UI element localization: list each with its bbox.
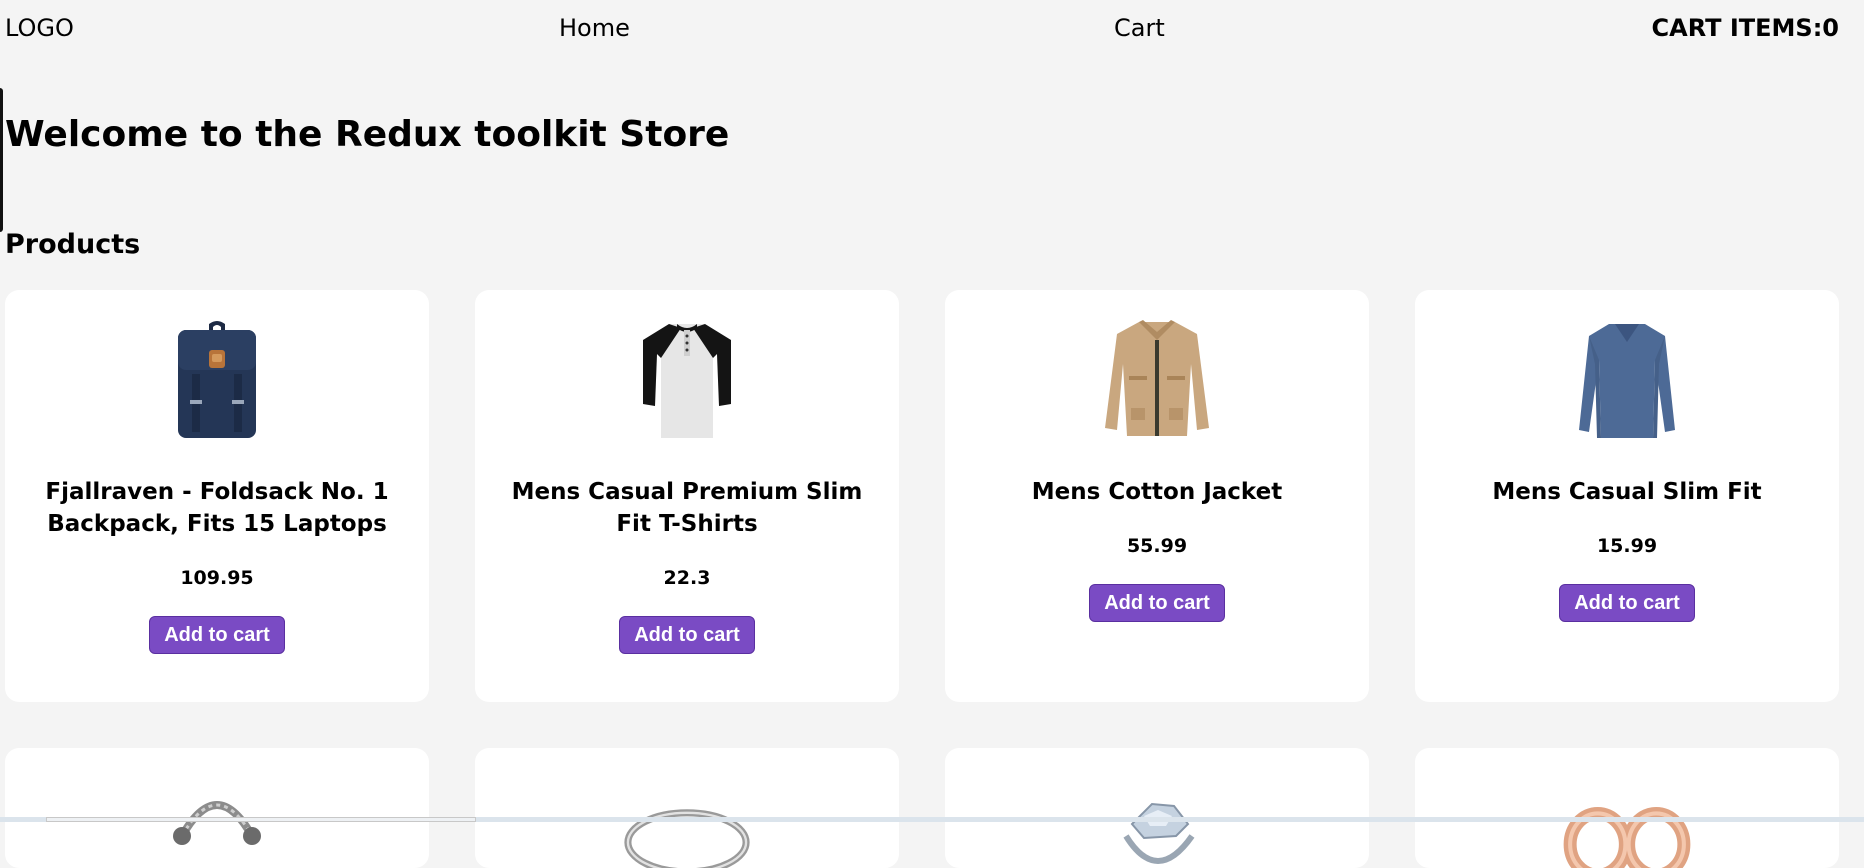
products-heading: Products [5,229,141,260]
page-title: Welcome to the Redux toolkit Store [5,114,730,155]
product-price: 109.95 [180,567,254,589]
product-card [475,748,899,868]
left-edge-indicator [0,88,3,232]
raglan-tshirt-image [622,318,752,440]
product-title: Mens Casual Premium Slim Fit T-Shirts [511,479,863,537]
silver-ring-image [622,776,752,868]
product-price: 55.99 [1126,535,1188,557]
product-card: Mens Casual Slim Fit 15.99 Add to cart [1415,290,1839,702]
add-to-cart-button[interactable]: Add to cart [149,616,285,654]
product-title: Fjallraven - Foldsack No. 1 Backpack, Fi… [45,479,389,537]
bracelet-image [152,776,282,868]
bottom-strip [0,817,1864,822]
nav-link-cart[interactable]: Cart [1114,13,1165,43]
product-card: Fjallraven - Foldsack No. 1 Backpack, Fi… [5,290,429,702]
product-grid: Fjallraven - Foldsack No. 1 Backpack, Fi… [5,290,1839,868]
nav-link-home[interactable]: Home [559,13,630,43]
add-to-cart-button[interactable]: Add to cart [1089,584,1225,622]
bottom-strip-segment [46,817,476,822]
product-price: 22.3 [663,567,711,589]
navbar: LOGO Home Cart CART ITEMS:0 [0,0,1864,56]
logo: LOGO [5,14,74,42]
product-title: Mens Casual Slim Fit [1492,479,1762,505]
product-price: 15.99 [1596,535,1658,557]
cart-items-count: CART ITEMS:0 [1651,14,1839,42]
product-card [5,748,429,868]
cotton-jacket-image [1092,318,1222,440]
add-to-cart-button[interactable]: Add to cart [1559,584,1695,622]
diamond-ring-image [1092,776,1222,868]
product-card [1415,748,1839,868]
product-card: Mens Cotton Jacket 55.99 Add to cart [945,290,1369,702]
product-title: Mens Cotton Jacket [1031,479,1283,505]
add-to-cart-button[interactable]: Add to cart [619,616,755,654]
product-card: Mens Casual Premium Slim Fit T-Shirts 22… [475,290,899,702]
slim-fit-shirt-image [1562,318,1692,440]
product-card [945,748,1369,868]
rose-gold-earrings-image [1562,776,1692,868]
backpack-image [152,318,282,440]
